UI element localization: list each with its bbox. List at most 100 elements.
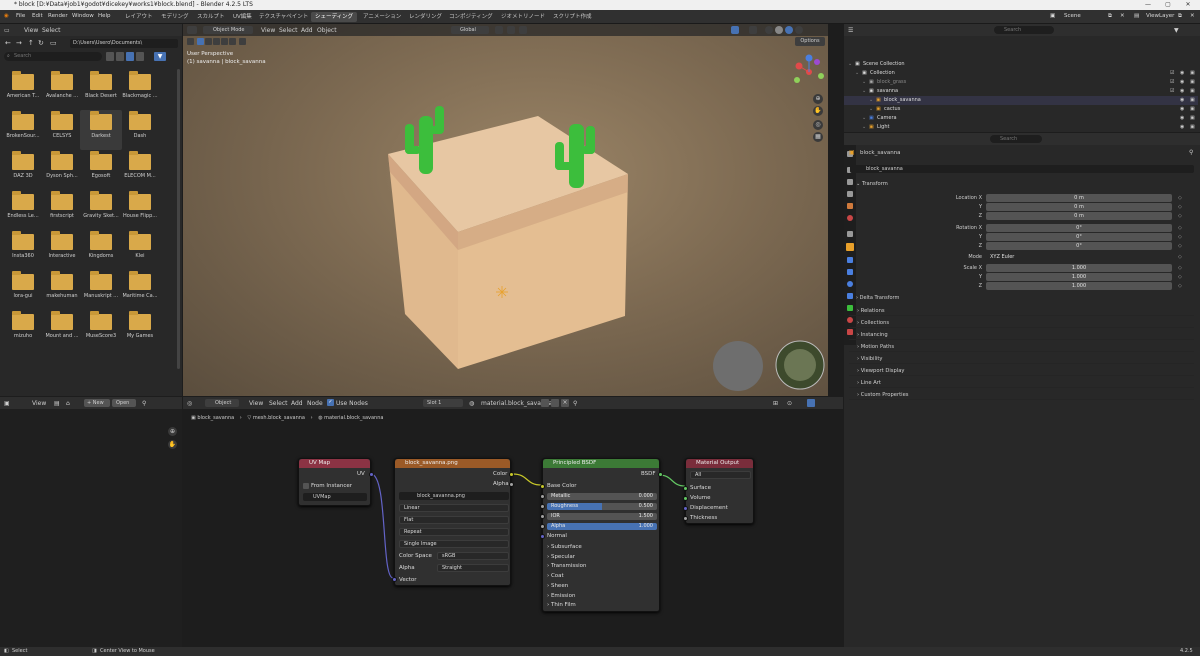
outliner-search-input[interactable]: Search [994, 26, 1054, 34]
uv-map-node-header[interactable]: UV Map [299, 459, 370, 468]
image-pan-icon[interactable]: ✋ [168, 440, 177, 449]
object-tab-icon[interactable] [846, 243, 854, 251]
uv-output-socket[interactable] [369, 472, 374, 477]
file-item[interactable]: American T... [2, 70, 44, 110]
uv-map-node[interactable]: UV Map UV From Instancer UVMap [298, 458, 374, 506]
file-item[interactable]: makehuman [41, 270, 83, 310]
alpha-input-socket[interactable] [540, 524, 545, 529]
properties-section-relations[interactable]: › Relations [849, 306, 1194, 316]
base-color-input-socket[interactable] [540, 484, 545, 489]
visibility-eye-icon[interactable]: ◉ [1180, 123, 1184, 132]
alpha-field[interactable]: Alpha 1.000 [547, 523, 657, 530]
ortho-toggle-icon[interactable]: ▦ [813, 132, 823, 142]
keyframe-icon[interactable]: ◇ [1178, 213, 1182, 219]
file-item[interactable]: Blackmagic ... [119, 70, 161, 110]
roughness-field[interactable]: Roughness 0.500 [547, 503, 657, 510]
file-item[interactable]: Mount and ... [41, 310, 83, 350]
menu-file[interactable]: File [16, 13, 25, 19]
expand-chevron-icon[interactable]: ⌄ [862, 87, 866, 96]
render-camera-icon[interactable]: ▣ [1190, 69, 1195, 78]
file-item[interactable]: MuseScore3 [80, 310, 122, 350]
forward-icon[interactable]: → [16, 39, 22, 47]
exclude-checkbox-icon[interactable]: ☑ [1170, 87, 1174, 96]
image-pin-icon[interactable]: ⌂ [66, 400, 70, 407]
projection-dropdown[interactable]: Flat [399, 516, 509, 524]
parent-dir-icon[interactable]: ↑ [28, 39, 34, 47]
blender-logo-icon[interactable]: ◉ [4, 13, 9, 19]
display-mode-grid-icon[interactable] [126, 52, 134, 61]
keyframe-icon[interactable]: ◇ [1178, 234, 1182, 240]
file-item[interactable]: Dyson Sph... [41, 150, 83, 190]
maximize-icon[interactable]: ▢ [1158, 0, 1178, 10]
exclude-checkbox-icon[interactable]: ☑ [1170, 78, 1174, 87]
expand-chevron-icon[interactable]: ⌄ [869, 96, 873, 105]
image-menu-view[interactable]: View [32, 400, 46, 407]
properties-section-collections[interactable]: › Collections [849, 318, 1194, 328]
exclude-checkbox-icon[interactable]: ☑ [1170, 69, 1174, 78]
transform-field[interactable]: 1.000 [986, 282, 1172, 290]
object-name-field[interactable]: block_savanna [850, 165, 1194, 173]
properties-section-motion-paths[interactable]: › Motion Paths [849, 342, 1194, 352]
properties-section-instancing[interactable]: › Instancing [849, 330, 1194, 340]
visibility-eye-icon[interactable]: ◉ [1180, 69, 1184, 78]
render-camera-icon[interactable]: ▣ [1190, 123, 1195, 132]
file-item[interactable]: Klei [119, 230, 161, 270]
file-item[interactable]: Dash [119, 110, 161, 150]
menu-help[interactable]: Help [98, 13, 111, 19]
volume-input-socket[interactable] [683, 496, 688, 501]
sort-icon[interactable] [136, 52, 144, 61]
particles-tab-icon[interactable] [847, 269, 853, 275]
render-camera-icon[interactable]: ▣ [1190, 105, 1195, 114]
image-editor-type-icon[interactable]: ▣ [4, 400, 10, 407]
constraints-tab-icon[interactable] [847, 293, 853, 299]
viewlayer-name[interactable]: ViewLayer [1146, 13, 1174, 19]
properties-section-custom-properties[interactable]: › Custom Properties [849, 390, 1194, 400]
filter-icon[interactable]: ▼ [154, 52, 166, 61]
file-item[interactable]: ELECOM M... [119, 150, 161, 190]
navigation-gizmo[interactable] [791, 54, 827, 90]
keyframe-icon[interactable]: ◇ [1178, 254, 1182, 260]
menu-edit[interactable]: Edit [32, 13, 43, 19]
outliner-row[interactable]: ⌄ ▣ block_grass ☑ ◉ ▣ [844, 78, 1198, 87]
expand-chevron-icon[interactable]: ⌄ [862, 123, 866, 132]
new-image-button[interactable]: + New [84, 399, 110, 407]
editor-type-icon[interactable]: ▭ [4, 27, 10, 34]
material-output-node[interactable]: Material Output All Surface Volume Displ… [683, 458, 754, 524]
pan-hand-icon[interactable]: ✋ [813, 106, 823, 116]
render-camera-icon[interactable]: ▣ [1190, 114, 1195, 123]
visibility-eye-icon[interactable]: ◉ [1180, 78, 1184, 87]
bsdf-subpanel-specular[interactable]: › Specular [547, 554, 575, 560]
file-item[interactable]: mizuho [2, 310, 44, 350]
display-mode-list-icon[interactable] [106, 52, 114, 61]
vector-input-socket[interactable] [392, 577, 397, 582]
file-item[interactable]: CELSYS [41, 110, 83, 150]
shader-node-editor[interactable]: ◎ Object View Select Add Node ✓ Use Node… [183, 397, 843, 647]
material-output-node-header[interactable]: Material Output [686, 459, 753, 468]
visibility-eye-icon[interactable]: ◉ [1180, 114, 1184, 123]
delta-transform-subpanel[interactable]: › Delta Transform [856, 295, 899, 301]
image-pin-toggle-icon[interactable]: ⚲ [142, 400, 146, 407]
bsdf-subpanel-transmission[interactable]: › Transmission [547, 563, 586, 569]
file-search-input[interactable]: Search [4, 52, 102, 61]
menu-window[interactable]: Window [72, 13, 94, 19]
ior-field[interactable]: IOR 1.500 [547, 513, 657, 520]
properties-search-input[interactable]: Search [990, 135, 1042, 143]
keyframe-icon[interactable]: ◇ [1178, 274, 1182, 280]
minimize-icon[interactable]: — [1138, 0, 1158, 10]
transform-field[interactable]: 0° [986, 242, 1172, 250]
bsdf-subpanel-coat[interactable]: › Coat [547, 573, 564, 579]
transform-field[interactable]: 0° [986, 224, 1172, 232]
scene-copy-icon[interactable]: ⧉ [1108, 13, 1112, 20]
file-item[interactable]: Gravity Sket... [80, 190, 122, 230]
color-space-dropdown[interactable]: sRGB [437, 552, 509, 560]
workspace-tab-modeling[interactable]: モデリング [157, 12, 193, 22]
expand-chevron-icon[interactable]: ⌄ [855, 69, 859, 78]
bsdf-subpanel-emission[interactable]: › Emission [547, 593, 575, 599]
uv-map-field[interactable]: UVMap [303, 493, 367, 501]
image-alpha-output-socket[interactable] [509, 482, 514, 487]
output-target-dropdown[interactable]: All [690, 471, 751, 479]
collection-tab-icon[interactable] [847, 231, 853, 237]
file-item[interactable]: DAZ 3D [2, 150, 44, 190]
scene-tab-icon[interactable] [847, 203, 853, 209]
visibility-eye-icon[interactable]: ◉ [1180, 105, 1184, 114]
